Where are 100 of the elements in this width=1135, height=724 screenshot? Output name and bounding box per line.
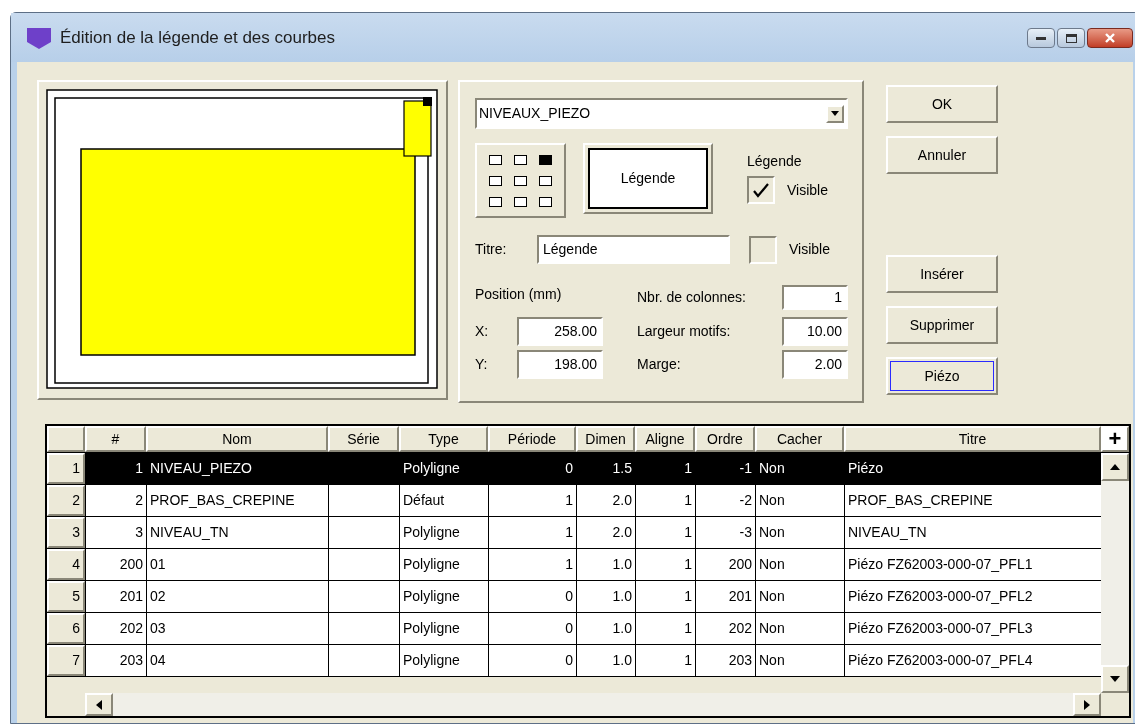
table-cell: 1 xyxy=(635,549,695,580)
window-title: Édition de la légende et des courbes xyxy=(60,26,336,49)
anchor-option[interactable] xyxy=(489,196,502,207)
anchor-option[interactable] xyxy=(539,175,552,186)
column-header[interactable]: Type xyxy=(399,426,488,452)
close-button[interactable] xyxy=(1087,28,1133,48)
row-header[interactable]: 3 xyxy=(47,517,85,548)
table-cell: 200 xyxy=(695,549,755,580)
y-field[interactable]: 198.00 xyxy=(517,350,603,379)
visible-label: Visible xyxy=(787,180,828,200)
table-cell: 1 xyxy=(635,517,695,548)
add-column-button[interactable]: + xyxy=(1101,426,1129,452)
table-cell: 1 xyxy=(85,453,146,484)
dialog-button[interactable]: OK xyxy=(886,85,998,123)
table-cell: Non xyxy=(755,549,844,580)
anchor-option[interactable] xyxy=(514,175,527,186)
table-cell: 03 xyxy=(146,613,328,644)
horizontal-scrollbar[interactable] xyxy=(85,693,1101,716)
table-cell: 1.0 xyxy=(576,549,635,580)
table-cell: Polyligne xyxy=(399,613,488,644)
anchor-option[interactable] xyxy=(539,154,552,165)
column-header[interactable]: Série xyxy=(328,426,399,452)
anchor-option[interactable] xyxy=(489,154,502,165)
table-cell: Défaut xyxy=(399,485,488,516)
anchor-option[interactable] xyxy=(514,154,527,165)
row-header[interactable]: 4 xyxy=(47,549,85,580)
table-cell: PROF_BAS_CREPINE xyxy=(844,485,1101,516)
row-header[interactable]: 5 xyxy=(47,581,85,612)
dataset-dropdown[interactable]: NIVEAUX_PIEZO xyxy=(475,98,848,129)
table-cell: 04 xyxy=(146,645,328,676)
table-cell: 0 xyxy=(488,581,576,612)
vertical-scrollbar[interactable] xyxy=(1101,453,1129,693)
table-cell: Non xyxy=(755,581,844,612)
table-cell: 203 xyxy=(695,645,755,676)
row-header[interactable]: 7 xyxy=(47,645,85,676)
table-cell: 0 xyxy=(488,453,576,484)
table-cell: 1.0 xyxy=(576,581,635,612)
table-cell: Polyligne xyxy=(399,517,488,548)
visible-checkbox[interactable] xyxy=(749,235,777,264)
column-header[interactable]: Dimen xyxy=(576,426,635,452)
pattern-width-field[interactable]: 10.00 xyxy=(782,317,848,346)
table-cell: 203 xyxy=(85,645,146,676)
maximize-icon xyxy=(1065,33,1077,43)
table-cell: 2.0 xyxy=(576,517,635,548)
table-cell: 1 xyxy=(488,549,576,580)
table-cell: Polyligne xyxy=(399,581,488,612)
table-cell: 1.5 xyxy=(576,453,635,484)
table-cell: 201 xyxy=(695,581,755,612)
table-cell: 2 xyxy=(85,485,146,516)
table-cell: Non xyxy=(755,485,844,516)
pattern-width-label: Largeur motifs: xyxy=(637,322,732,341)
y-label: Y: xyxy=(475,355,489,374)
x-label: X: xyxy=(475,322,490,341)
table-cell: 0 xyxy=(488,645,576,676)
columns-label: Nbr. de colonnes: xyxy=(637,287,747,307)
title-label: Titre: xyxy=(475,240,508,259)
row-header[interactable]: 6 xyxy=(47,613,85,644)
column-header[interactable]: Période xyxy=(488,426,576,452)
table-cell: Piézo FZ62003-000-07_PFL4 xyxy=(844,645,1101,676)
table-cell: -3 xyxy=(695,517,755,548)
table-cell: 1.0 xyxy=(576,645,635,676)
column-header[interactable]: # xyxy=(85,426,146,452)
anchor-option[interactable] xyxy=(489,175,502,186)
table-cell: 1 xyxy=(635,581,695,612)
anchor-option[interactable] xyxy=(514,196,527,207)
row-header[interactable]: 1 xyxy=(47,453,85,484)
dialog-button[interactable]: Piézo xyxy=(886,357,998,395)
table-cell: Polyligne xyxy=(399,645,488,676)
dialog-button[interactable]: Insérer xyxy=(886,255,998,293)
column-header[interactable]: Aligne xyxy=(635,426,695,452)
title-field[interactable]: Légende xyxy=(537,235,730,264)
column-header[interactable]: Ordre xyxy=(695,426,755,452)
margin-field[interactable]: 2.00 xyxy=(782,350,848,379)
visible-checkbox[interactable] xyxy=(747,176,775,204)
column-header[interactable]: Nom xyxy=(146,426,328,452)
dialog-button[interactable]: Annuler xyxy=(886,136,998,174)
table-cell: Non xyxy=(755,613,844,644)
table-cell: 1 xyxy=(635,645,695,676)
table-cell: 1 xyxy=(635,453,695,484)
table-cell: Piézo FZ62003-000-07_PFL2 xyxy=(844,581,1101,612)
dialog-button[interactable]: Supprimer xyxy=(886,306,998,344)
scroll-down-icon xyxy=(1110,676,1120,682)
table-cell: 200 xyxy=(85,549,146,580)
row-header[interactable]: 2 xyxy=(47,485,85,516)
column-header[interactable]: Titre xyxy=(844,426,1101,452)
minimize-button[interactable] xyxy=(1027,28,1055,48)
table-cell: 201 xyxy=(85,581,146,612)
margin-label: Marge: xyxy=(637,355,682,374)
columns-field[interactable]: 1 xyxy=(782,284,848,310)
legend-preview-text: Légende xyxy=(620,169,676,188)
maximize-button[interactable] xyxy=(1057,28,1085,48)
table-cell: 1.0 xyxy=(576,613,635,644)
table-cell: Non xyxy=(755,453,844,484)
table-cell: 1 xyxy=(635,485,695,516)
table-cell: 3 xyxy=(85,517,146,548)
column-header[interactable]: Cacher xyxy=(755,426,844,452)
table-cell: NIVEAU_TN xyxy=(146,517,328,548)
anchor-option[interactable] xyxy=(539,196,552,207)
x-field[interactable]: 258.00 xyxy=(517,317,603,346)
table-cell: NIVEAU_TN xyxy=(844,517,1101,548)
